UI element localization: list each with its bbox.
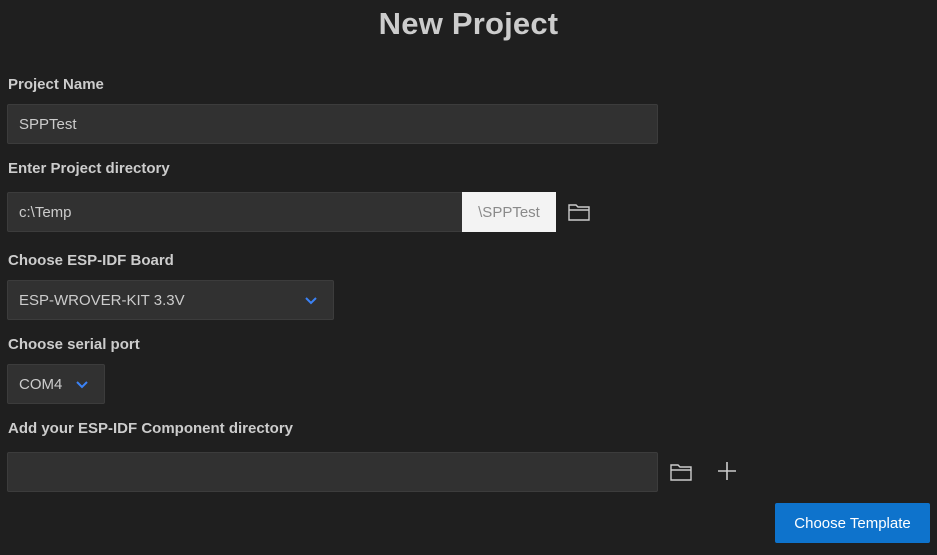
chevron-down-icon bbox=[76, 381, 88, 389]
choose-template-button[interactable]: Choose Template bbox=[775, 503, 930, 543]
board-selected-value: ESP-WROVER-KIT 3.3V bbox=[19, 291, 185, 309]
folder-icon[interactable] bbox=[566, 200, 592, 224]
project-name-label: Project Name bbox=[8, 76, 104, 93]
board-select[interactable]: ESP-WROVER-KIT 3.3V bbox=[7, 280, 334, 320]
chevron-down-icon bbox=[305, 297, 317, 305]
serial-port-select[interactable]: COM4 bbox=[7, 364, 105, 404]
project-directory-label: Enter Project directory bbox=[8, 160, 170, 177]
plus-icon[interactable] bbox=[714, 459, 740, 483]
project-directory-suffix: \SPPTest bbox=[462, 192, 556, 232]
project-name-input[interactable] bbox=[7, 104, 658, 144]
page-title: New Project bbox=[378, 6, 559, 41]
serial-port-selected-value: COM4 bbox=[19, 375, 63, 393]
serial-port-label: Choose serial port bbox=[8, 336, 140, 353]
project-directory-input[interactable] bbox=[7, 192, 463, 232]
new-project-page: New Project Project Name Enter Project d… bbox=[0, 0, 937, 555]
component-directory-label: Add your ESP-IDF Component directory bbox=[8, 420, 294, 437]
folder-icon[interactable] bbox=[668, 460, 694, 484]
board-label: Choose ESP-IDF Board bbox=[8, 252, 174, 269]
component-directory-input[interactable] bbox=[7, 452, 658, 492]
